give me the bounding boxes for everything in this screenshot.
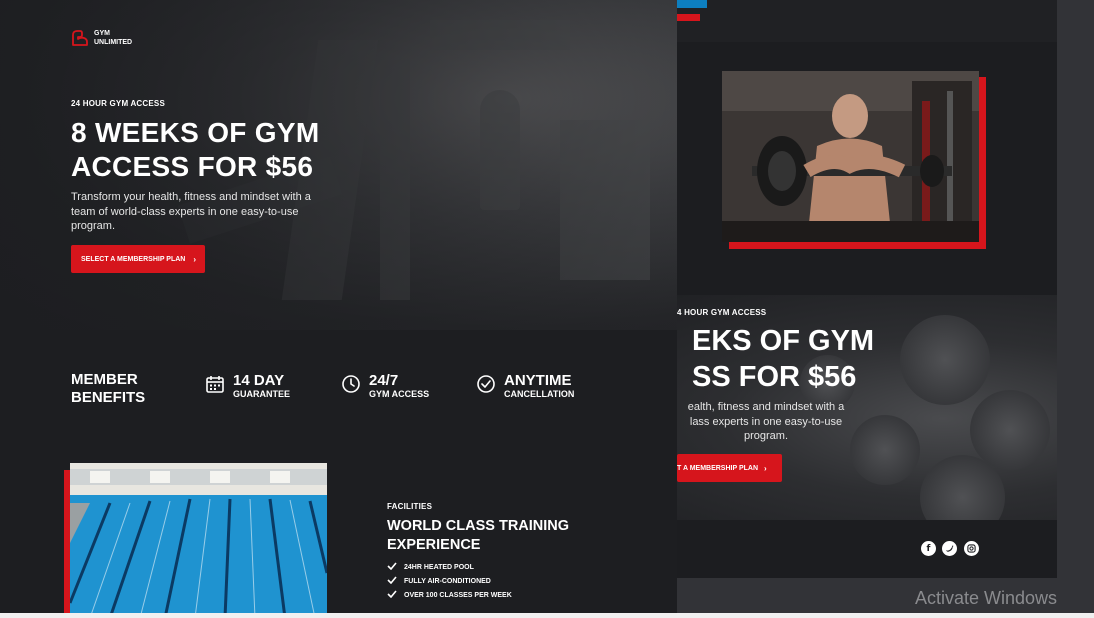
facility-label: 24HR HEATED POOL: [404, 563, 474, 571]
screen-bottom-edge: [0, 613, 1094, 618]
benefit-label: CANCELLATION: [504, 389, 575, 399]
benefit-value: 14 DAY: [233, 372, 285, 389]
hero-eyebrow: 24 HOUR GYM ACCESS: [71, 99, 165, 108]
facilities-title-line2: EXPERIENCE: [387, 537, 481, 553]
brand-name: GYM UNLIMITED: [94, 29, 132, 47]
select-membership-button[interactable]: SELECT A MEMBERSHIP PLAN ›: [71, 245, 205, 273]
checkmark-icon: [387, 562, 397, 572]
check-circle-icon: [476, 374, 496, 399]
facility-label: FULLY AIR-CONDITIONED: [404, 577, 491, 585]
benefits-title-line1: MEMBER: [71, 371, 138, 388]
list-item: 24HR HEATED POOL: [387, 560, 569, 574]
checkmark-icon: [387, 576, 397, 586]
preview-title: EKS OF GYM SS FOR $56: [692, 323, 874, 395]
preview-cta-label: T A MEMBERSHIP PLAN: [677, 464, 759, 472]
cta-label: SELECT A MEMBERSHIP PLAN: [81, 255, 186, 263]
chevron-right-icon: ›: [764, 463, 767, 473]
benefits-title: MEMBER BENEFITS: [71, 371, 145, 407]
hero-content: 24 HOUR GYM ACCESS 8 WEEKS OF GYM ACCESS…: [71, 99, 331, 234]
benefit-value: 24/7: [369, 372, 399, 389]
benefits-title-line2: BENEFITS: [71, 389, 146, 406]
hero-title: 8 WEEKS OF GYM ACCESS FOR $56: [71, 116, 331, 184]
lifter-photo: [722, 71, 979, 242]
hero-title-line2: ACCESS FOR $56: [71, 151, 314, 182]
benefit-label: GYM ACCESS: [369, 389, 430, 399]
list-item: OVER 100 CLASSES PER WEEK: [387, 588, 569, 602]
benefit-label: GUARANTEE: [233, 389, 291, 399]
activate-windows-watermark: Activate Windows: [915, 588, 1058, 608]
benefit-text: 24/7 GYM ACCESS: [369, 372, 429, 400]
twitter-icon[interactable]: [942, 541, 957, 556]
accent-bar: [677, 14, 700, 21]
preview-description-line3: program.: [743, 430, 789, 442]
hero-title-line1: 8 WEEKS OF GYM: [71, 117, 320, 148]
facilities-list: 24HR HEATED POOL FULLY AIR-CONDITIONED O…: [387, 560, 569, 602]
facilities-title: WORLD CLASS TRAINING EXPERIENCE: [387, 517, 569, 555]
preview-description-line1: ealth, fitness and mindset with a: [687, 401, 845, 413]
clock-icon: [341, 374, 361, 399]
benefit-text: ANYTIME CANCELLATION: [504, 372, 574, 400]
brand-logo[interactable]: GYM UNLIMITED: [71, 29, 132, 47]
instagram-icon[interactable]: [964, 541, 979, 556]
benefit-text: 14 DAY GUARANTEE: [233, 372, 290, 400]
facilities-eyebrow: FACILITIES: [387, 502, 433, 511]
preview-title-line1: EKS OF GYM: [692, 325, 875, 357]
facility-label: OVER 100 CLASSES PER WEEK: [404, 591, 512, 599]
facilities-text: FACILITIES WORLD CLASS TRAINING EXPERIEN…: [387, 502, 569, 602]
benefit-access: 24/7 GYM ACCESS: [341, 372, 429, 400]
chevron-right-icon: ›: [193, 254, 197, 264]
brand-line2: UNLIMITED: [94, 39, 133, 46]
checkmark-icon: [387, 590, 397, 600]
preview-description-line2: lass experts in one easy-to-use: [689, 415, 843, 428]
hero-description: Transform your health, fitness and minds…: [71, 191, 311, 232]
preview-membership-button[interactable]: T A MEMBERSHIP PLAN ›: [677, 454, 782, 482]
pool-photo: [70, 463, 327, 618]
benefit-guarantee: 14 DAY GUARANTEE: [205, 372, 290, 400]
list-item: FULLY AIR-CONDITIONED: [387, 574, 569, 588]
preview-title-line2: SS FOR $56: [692, 361, 857, 393]
member-benefits-section: MEMBER BENEFITS 14 DAY GUARANTEE 24/7 GY…: [0, 330, 677, 435]
benefit-value: ANYTIME: [504, 372, 572, 389]
facebook-icon[interactable]: f: [921, 541, 936, 556]
benefit-cancellation: ANYTIME CANCELLATION: [476, 372, 574, 400]
brand-line1: GYM: [94, 30, 110, 37]
preview-description: ealth, fitness and mindset with a lass e…: [676, 400, 856, 444]
calendar-icon: [205, 374, 225, 399]
facilities-title-line1: WORLD CLASS TRAINING: [387, 518, 570, 534]
bicep-logo-icon: [71, 29, 89, 47]
preview-eyebrow: 4 HOUR GYM ACCESS: [677, 308, 767, 317]
